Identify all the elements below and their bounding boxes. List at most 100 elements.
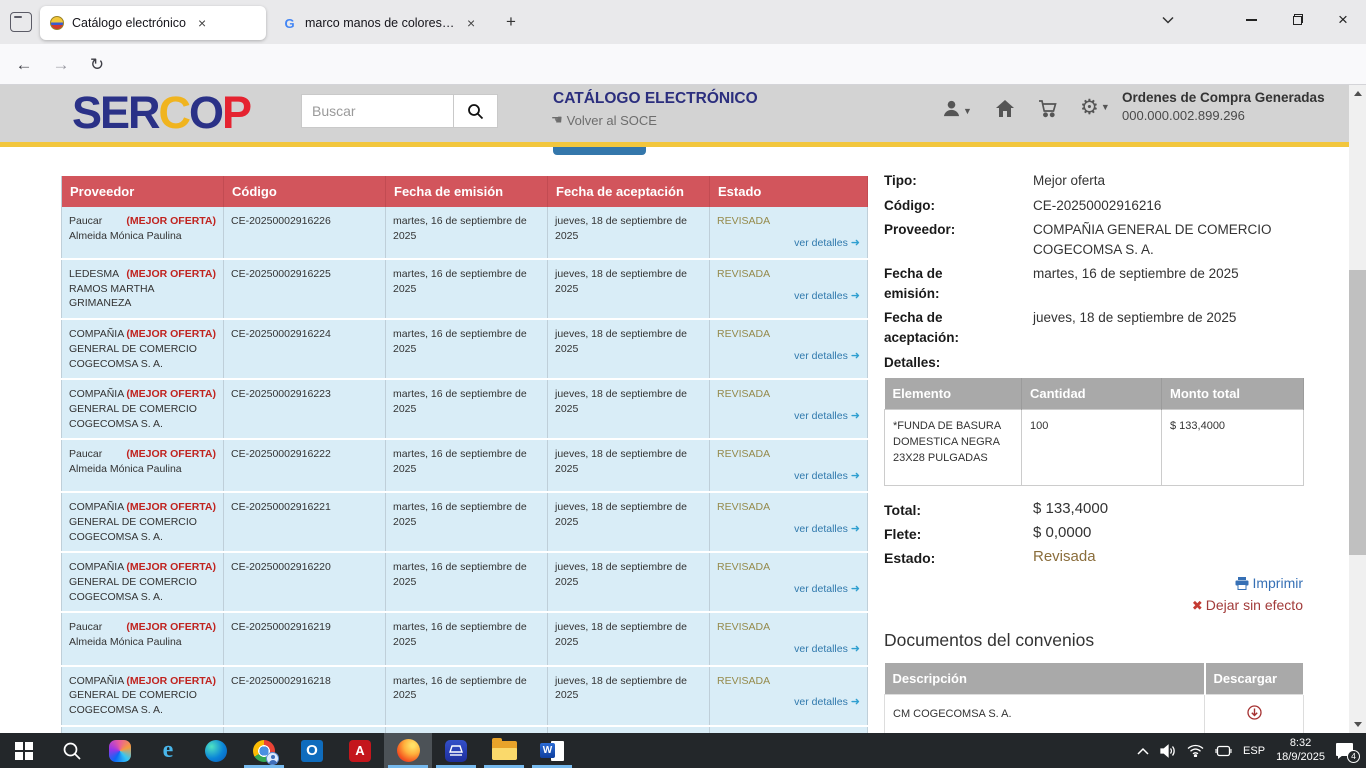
firefox-view-icon[interactable] — [10, 12, 32, 32]
volver-al-soce-link[interactable]: ☚Volver al SOCE — [551, 112, 657, 128]
tab-close-icon[interactable]: × — [467, 15, 475, 31]
order-issue-date-cell: martes, 16 de septiembre de 2025 — [386, 552, 548, 612]
language-indicator[interactable]: ESP — [1243, 745, 1265, 757]
start-button[interactable] — [0, 733, 48, 768]
order-provider-cell: (MEJOR OFERTA)Paucar Almeida Mónica Paul… — [62, 439, 224, 492]
firefox-icon[interactable] — [384, 733, 432, 768]
best-offer-badge: (MEJOR OFERTA) — [126, 214, 216, 229]
imprimir-link[interactable]: Imprimir — [1252, 575, 1303, 591]
best-offer-badge: (MEJOR OFERTA) — [126, 674, 216, 689]
copilot-icon[interactable] — [96, 733, 144, 768]
order-detail-panel: Tipo:Mejor oferta Código:CE-202500029162… — [884, 171, 1303, 733]
settings-menu-button[interactable]: ⚙ ▼ — [1080, 95, 1110, 120]
ver-detalles-link[interactable]: ver detalles — [794, 350, 848, 362]
ver-detalles-link[interactable]: ver detalles — [794, 523, 848, 535]
status-badge: REVISADA — [717, 500, 860, 515]
scroll-down-arrow[interactable] — [1349, 716, 1366, 733]
ver-detalles-link[interactable]: ver detalles — [794, 237, 848, 249]
flete-label: Flete: — [884, 524, 1033, 544]
order-issue-date-cell: martes, 16 de septiembre de 2025 — [386, 439, 548, 492]
scanner-app-icon[interactable] — [432, 733, 480, 768]
order-code-cell: CE-20250002916224 — [224, 319, 386, 379]
chrome-profile-badge — [266, 752, 279, 765]
search-button[interactable] — [453, 94, 498, 128]
internet-explorer-icon[interactable]: e — [144, 733, 192, 768]
order-status-cell: REVISADA ver detalles ➜ — [710, 319, 868, 379]
order-issue-date-cell: martes, 16 de septiembre de 2025 — [386, 259, 548, 319]
scroll-up-arrow[interactable] — [1349, 85, 1366, 102]
order-row: (MEJOR OFERTA)COMPAÑIA GENERAL DE COMERC… — [62, 726, 868, 733]
outlook-icon[interactable]: O — [288, 733, 336, 768]
meet-now-icon[interactable] — [1215, 744, 1232, 758]
chrome-icon[interactable] — [240, 733, 288, 768]
clipped-blue-button[interactable] — [553, 147, 646, 155]
col-cantidad: Cantidad — [1022, 378, 1162, 410]
order-provider-cell: (MEJOR OFERTA)COMPAÑIA GENERAL DE COMERC… — [62, 726, 224, 733]
order-status-cell: REVISADA ver detalles ➜ — [710, 612, 868, 665]
status-badge: REVISADA — [717, 327, 860, 342]
taskbar-search-button[interactable] — [48, 733, 96, 768]
adobe-acrobat-icon[interactable]: A — [336, 733, 384, 768]
new-tab-button[interactable]: + — [506, 12, 516, 32]
cart-button[interactable] — [1038, 99, 1058, 118]
col-monto-total: Monto total — [1162, 378, 1304, 410]
printer-icon — [1235, 577, 1249, 590]
ver-detalles-link[interactable]: ver detalles — [794, 643, 848, 655]
search-input[interactable] — [301, 94, 453, 128]
estado-value: Revisada — [1033, 548, 1096, 568]
arrow-right-icon: ➜ — [851, 470, 860, 482]
arrow-right-icon: ➜ — [851, 583, 860, 595]
list-all-tabs-chevron-icon[interactable] — [1145, 0, 1191, 40]
page-scrollbar[interactable] — [1349, 85, 1366, 733]
order-row: (MEJOR OFERTA)Paucar Almeida Mónica Paul… — [62, 207, 868, 259]
order-row: (MEJOR OFERTA)COMPAÑIA GENERAL DE COMERC… — [62, 379, 868, 439]
status-badge: REVISADA — [717, 387, 860, 402]
window-close-button[interactable]: × — [1320, 0, 1366, 40]
order-code-cell: CE-20250002916220 — [224, 552, 386, 612]
edge-icon[interactable] — [192, 733, 240, 768]
back-button[interactable]: ← — [10, 51, 38, 79]
wifi-icon[interactable] — [1187, 744, 1204, 757]
doc-descripcion: CM COGECOMSA S. A. — [885, 694, 1205, 733]
order-provider-cell: (MEJOR OFERTA)COMPAÑIA GENERAL DE COMERC… — [62, 492, 224, 552]
windows-taskbar: e O A W ESP 8:32 18/9/2025 4 — [0, 733, 1366, 768]
notification-center-icon[interactable]: 4 — [1336, 743, 1356, 759]
sercop-logo[interactable]: SERCOP — [72, 87, 250, 139]
search-icon — [62, 741, 82, 761]
tray-chevron-up-icon[interactable] — [1137, 747, 1149, 755]
tab-catalogo[interactable]: Catálogo electrónico × — [40, 6, 266, 40]
col-fecha-aceptacion: Fecha de aceptación — [548, 176, 710, 207]
speaker-icon[interactable] — [1160, 744, 1176, 758]
ver-detalles-link[interactable]: ver detalles — [794, 290, 848, 302]
scrollbar-thumb[interactable] — [1349, 270, 1366, 555]
ver-detalles-link[interactable]: ver detalles — [794, 583, 848, 595]
file-explorer-icon[interactable] — [480, 733, 528, 768]
user-menu-button[interactable]: ▼ — [942, 99, 972, 118]
person-icon — [942, 99, 961, 118]
doc-download-cell — [1205, 694, 1304, 733]
tab-close-icon[interactable]: × — [198, 15, 206, 31]
forward-button[interactable]: → — [47, 51, 75, 79]
status-badge: REVISADA — [717, 560, 860, 575]
order-code-cell: CE-20250002916222 — [224, 439, 386, 492]
status-badge: REVISADA — [717, 620, 860, 635]
tab-google-search[interactable]: G marco manos de colores - Busc × — [272, 6, 496, 40]
reload-button[interactable]: ↻ — [83, 51, 111, 79]
download-icon[interactable] — [1247, 705, 1262, 720]
arrow-right-icon: ➜ — [851, 410, 860, 422]
ver-detalles-link[interactable]: ver detalles — [794, 696, 848, 708]
window-restore-button[interactable] — [1274, 0, 1320, 40]
order-row: (MEJOR OFERTA)Paucar Almeida Mónica Paul… — [62, 439, 868, 492]
window-minimize-button[interactable] — [1228, 0, 1274, 40]
detalles-label: Detalles: — [884, 353, 1033, 373]
dejar-sin-efecto-link[interactable]: Dejar sin efecto — [1206, 597, 1303, 613]
word-icon[interactable]: W — [528, 733, 576, 768]
tab-title: Catálogo electrónico — [72, 16, 186, 30]
home-button[interactable] — [995, 99, 1015, 118]
arrow-right-icon: ➜ — [851, 696, 860, 708]
ver-detalles-link[interactable]: ver detalles — [794, 470, 848, 482]
order-issue-date-cell: martes, 16 de septiembre de 2025 — [386, 666, 548, 726]
best-offer-badge: (MEJOR OFERTA) — [126, 620, 216, 635]
ver-detalles-link[interactable]: ver detalles — [794, 410, 848, 422]
clock[interactable]: 8:32 18/9/2025 — [1276, 737, 1325, 765]
